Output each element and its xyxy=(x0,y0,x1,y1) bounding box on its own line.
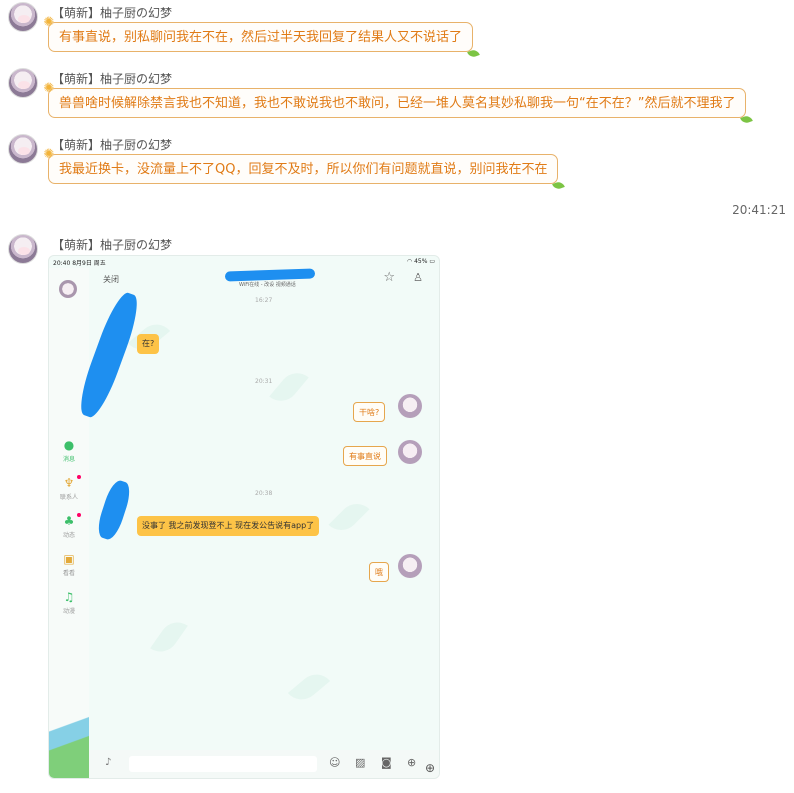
zoom-icon[interactable]: ⊕ xyxy=(425,761,435,775)
chat-subtitle: WiFi在线 - 改设 视频通话 xyxy=(239,282,296,288)
background-leaf xyxy=(269,365,309,409)
jar-icon: ▣ xyxy=(63,552,75,566)
chat-panel: 关闭 WiFi在线 - 改设 视频通话 ☆ ♙ 16:27 在? 20:31 干… xyxy=(73,268,439,778)
close-button: 关闭 xyxy=(103,275,119,284)
message-bubble[interactable]: ✺ 兽兽啥时候解除禁言我也不知道，我也不敢说我也不敢问，已经一堆人莫名其妙私聊我… xyxy=(44,82,754,125)
sender-name: 【萌新】柚子厨の幻梦 xyxy=(52,72,173,86)
avatar xyxy=(398,440,422,464)
leaf-icon xyxy=(552,180,566,191)
star-icon: ☆ xyxy=(383,270,395,285)
nav-item-anime: ♫ 动漫 xyxy=(62,590,75,615)
outgoing-message: 干啥? xyxy=(353,402,386,422)
leaf-icon xyxy=(467,48,480,59)
incoming-message: 在? xyxy=(137,334,160,354)
background-leaf xyxy=(150,615,188,659)
sender-name: 【萌新】柚子厨の幻梦 xyxy=(52,138,173,152)
nav-item-watch: ▣ 看看 xyxy=(62,552,75,577)
leaf-icon xyxy=(740,114,754,125)
message-text: 兽兽啥时候解除禁言我也不知道，我也不敢说我也不敢问，已经一堆人莫名其妙私聊我一句… xyxy=(59,96,736,111)
message-input xyxy=(129,756,317,772)
decorative-hill xyxy=(49,698,89,778)
status-time: 20:40 8月9日 周五 xyxy=(53,260,106,267)
contacts-icon: ♆ xyxy=(63,476,75,490)
message-text: 有事直说，别私聊问我在不在，然后过半天我回复了结果人又不说话了 xyxy=(59,30,463,45)
message-timestamp: 20:41:21 xyxy=(732,203,786,217)
message-bubble[interactable]: ✺ 有事直说，别私聊问我在不在，然后过半天我回复了结果人又不说话了 xyxy=(44,16,480,59)
camera-icon: ◙ xyxy=(381,756,392,769)
input-bar: ♪ ☺ ▨ ◙ ⊕ xyxy=(89,750,439,778)
mic-icon: ♪ xyxy=(105,757,112,768)
image-icon: ▨ xyxy=(355,756,366,769)
clover-icon: ♣ xyxy=(63,514,75,528)
outgoing-message: 哦 xyxy=(369,562,389,582)
sun-icon: ✺ xyxy=(43,81,55,96)
status-battery: ◠ 45% ▭ xyxy=(406,258,435,265)
sender-name: 【萌新】柚子厨の幻梦 xyxy=(52,238,173,252)
avatar[interactable] xyxy=(8,2,38,32)
plus-icon: ⊕ xyxy=(407,756,417,769)
nav-item-moments: ♣ 动态 xyxy=(49,513,89,539)
redacted-title xyxy=(224,268,316,282)
chat-time: 20:31 xyxy=(255,378,273,385)
nav-item-contacts: ♆ 联系人 xyxy=(49,475,89,501)
avatar xyxy=(398,394,422,418)
background-leaf xyxy=(328,496,370,538)
emoji-icon: ☺ xyxy=(329,756,341,769)
screenshot-image[interactable]: 20:40 8月9日 周五 ◠ 45% ▭ ● 消息 ♆ 联系人 ♣ 动态 ▣ … xyxy=(48,255,440,779)
sender-name: 【萌新】柚子厨の幻梦 xyxy=(52,6,173,20)
avatar[interactable] xyxy=(8,68,38,98)
avatar xyxy=(59,280,77,298)
redacted-avatar xyxy=(94,478,134,542)
message-icon: ● xyxy=(63,438,75,452)
person-icon: ♙ xyxy=(413,271,423,284)
message-text: 我最近换卡，没流量上不了QQ，回复不及时，所以你们有问题就直说，别问我在不在 xyxy=(59,162,548,177)
nav-item-messages: ● 消息 xyxy=(62,438,75,463)
outgoing-message: 有事直说 xyxy=(343,446,387,466)
chat-time: 16:27 xyxy=(255,297,273,304)
wifi-icon: ◠ xyxy=(406,258,415,265)
background-leaf xyxy=(287,667,331,707)
avatar[interactable] xyxy=(8,134,38,164)
avatar xyxy=(398,554,422,578)
sun-icon: ✺ xyxy=(43,147,55,162)
chat-time: 20:38 xyxy=(255,490,273,497)
status-bar: 20:40 8月9日 周五 ◠ 45% ▭ xyxy=(49,256,439,268)
avatar[interactable] xyxy=(8,234,38,264)
sun-icon: ✺ xyxy=(43,15,55,30)
incoming-message: 没事了 我之前发现登不上 现在发公告说有app了 xyxy=(137,516,320,536)
message-bubble[interactable]: ✺ 我最近换卡，没流量上不了QQ，回复不及时，所以你们有问题就直说，别问我在不在 xyxy=(44,148,566,191)
qq-sidebar: ● 消息 ♆ 联系人 ♣ 动态 ▣ 看看 ♫ 动漫 xyxy=(49,268,89,778)
music-icon: ♫ xyxy=(63,590,75,604)
